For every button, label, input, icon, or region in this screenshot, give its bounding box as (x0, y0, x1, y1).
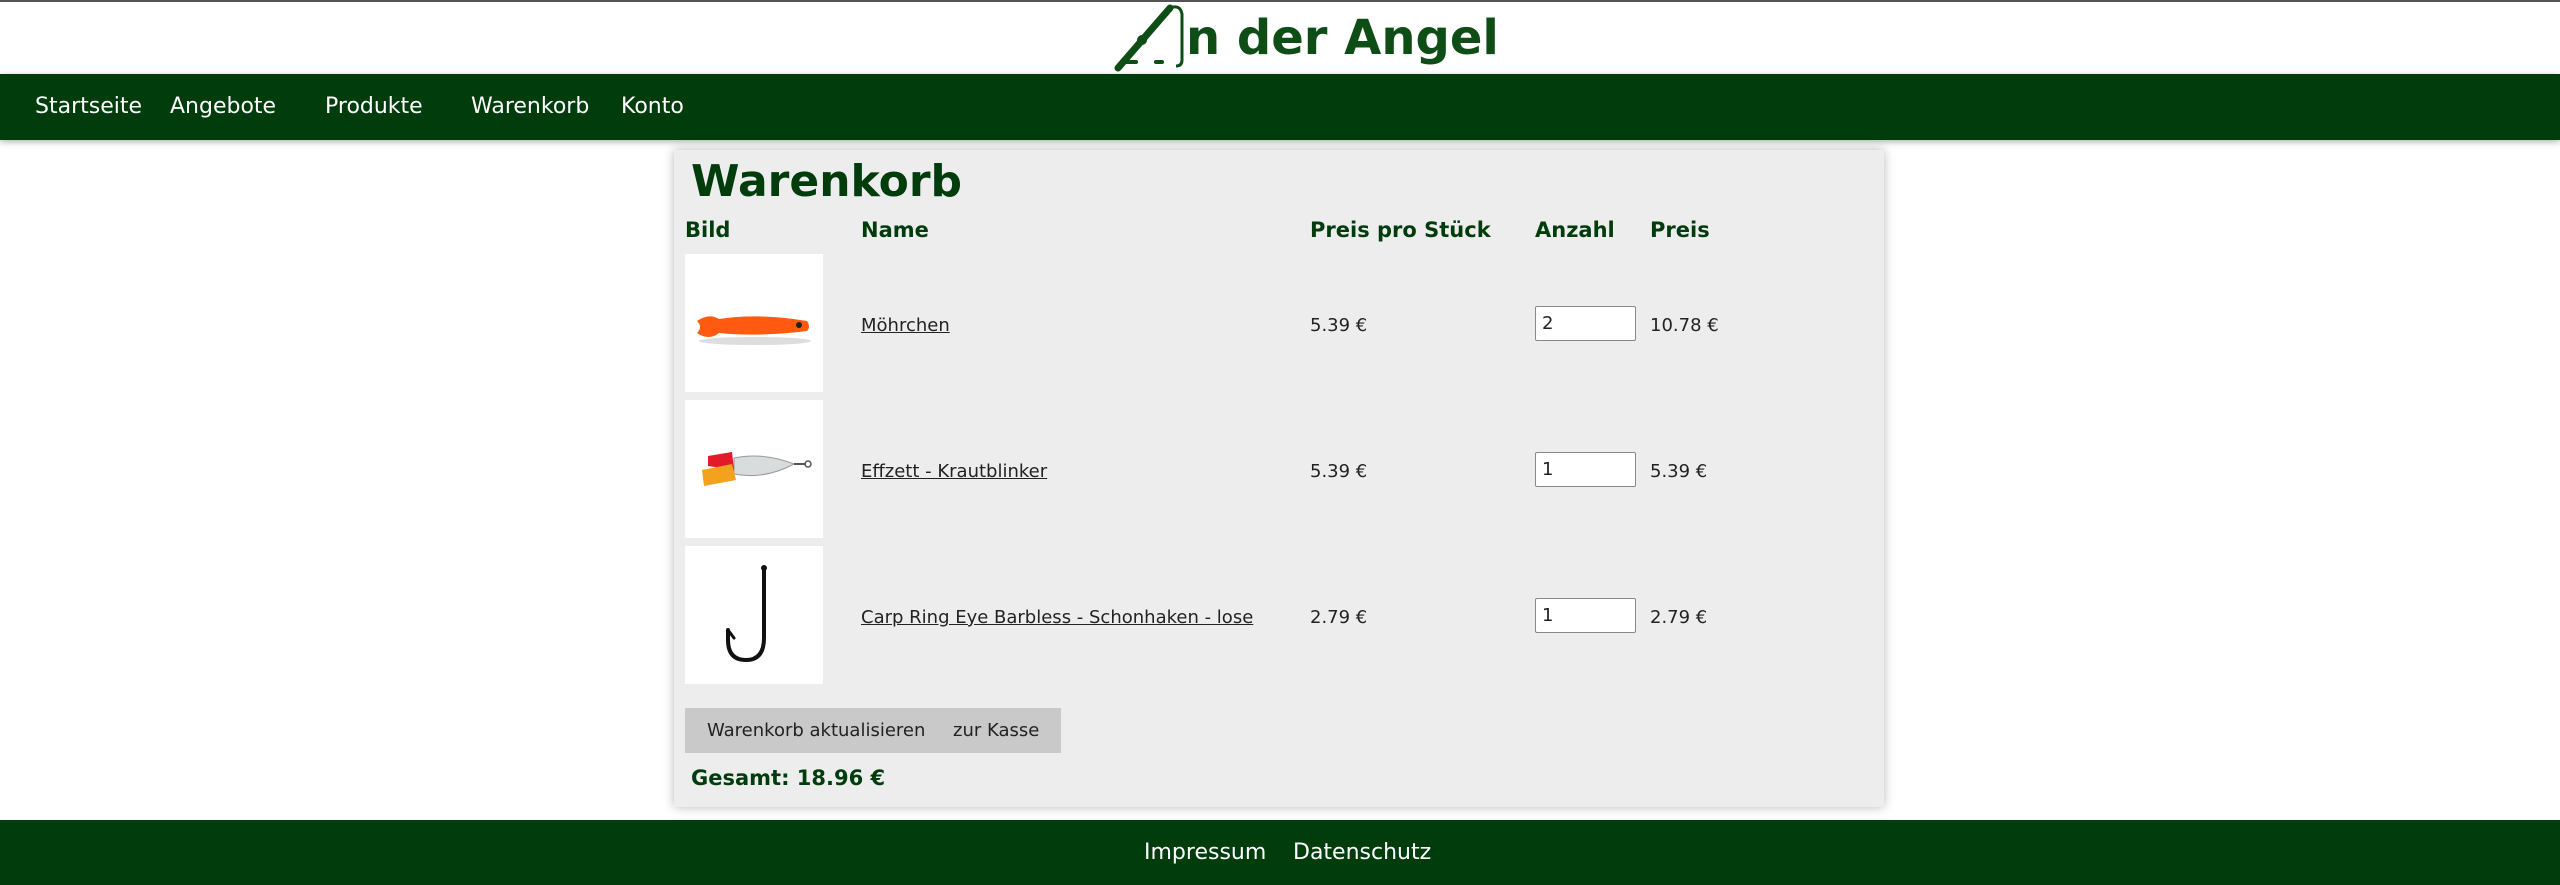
header-quantity: Anzahl (1535, 218, 1615, 242)
logo-bar: n der Angel (0, 2, 2560, 74)
fishing-rod-icon (1114, 4, 1184, 72)
main-navigation: Startseite Angebote Produkte Warenkorb K… (0, 74, 2560, 140)
footer: Impressum Datenschutz (0, 820, 2560, 885)
cart-total: Gesamt: 18.96 € (691, 766, 886, 790)
unit-price: 5.39 € (1310, 315, 1368, 336)
header-image: Bild (685, 218, 731, 242)
line-price: 10.78 € (1650, 315, 1719, 336)
product-image-krautblinker[interactable] (685, 400, 823, 538)
product-link[interactable]: Effzett - Krautblinker (861, 461, 1047, 482)
site-logo[interactable]: n der Angel (1112, 2, 1499, 74)
product-link[interactable]: Carp Ring Eye Barbless - Schonhaken - lo… (861, 607, 1253, 628)
unit-price: 2.79 € (1310, 607, 1368, 628)
unit-price: 5.39 € (1310, 461, 1368, 482)
product-link[interactable]: Möhrchen (861, 315, 950, 336)
fishing-hook-image (726, 565, 767, 663)
nav-warenkorb[interactable]: Warenkorb (471, 74, 589, 140)
nav-produkte[interactable]: Produkte (325, 74, 423, 140)
footer-link-impressum[interactable]: Impressum (1144, 820, 1266, 885)
logo-text: n der Angel (1186, 10, 1499, 66)
line-price: 5.39 € (1650, 461, 1708, 482)
header-unit-price: Preis pro Stück (1310, 218, 1491, 242)
checkout-button[interactable]: zur Kasse (931, 708, 1062, 753)
quantity-input[interactable] (1535, 306, 1636, 341)
header-name: Name (861, 218, 929, 242)
page-title: Warenkorb (691, 156, 963, 207)
nav-konto[interactable]: Konto (621, 74, 684, 140)
header-price: Preis (1650, 218, 1710, 242)
nav-angebote[interactable]: Angebote (170, 74, 276, 140)
update-cart-button[interactable]: Warenkorb aktualisieren (685, 708, 948, 753)
quantity-input[interactable] (1535, 452, 1636, 487)
product-image-moehrchen[interactable] (685, 254, 823, 392)
quantity-input[interactable] (1535, 598, 1636, 633)
footer-link-datenschutz[interactable]: Datenschutz (1293, 820, 1431, 885)
product-image-haken[interactable] (685, 546, 823, 684)
line-price: 2.79 € (1650, 607, 1708, 628)
orange-soft-bait-image (697, 316, 811, 345)
cart-panel: Warenkorb Bild Name Preis pro Stück Anza… (674, 150, 1884, 807)
nav-startseite[interactable]: Startseite (35, 74, 142, 140)
spinner-lure-image (702, 452, 812, 486)
